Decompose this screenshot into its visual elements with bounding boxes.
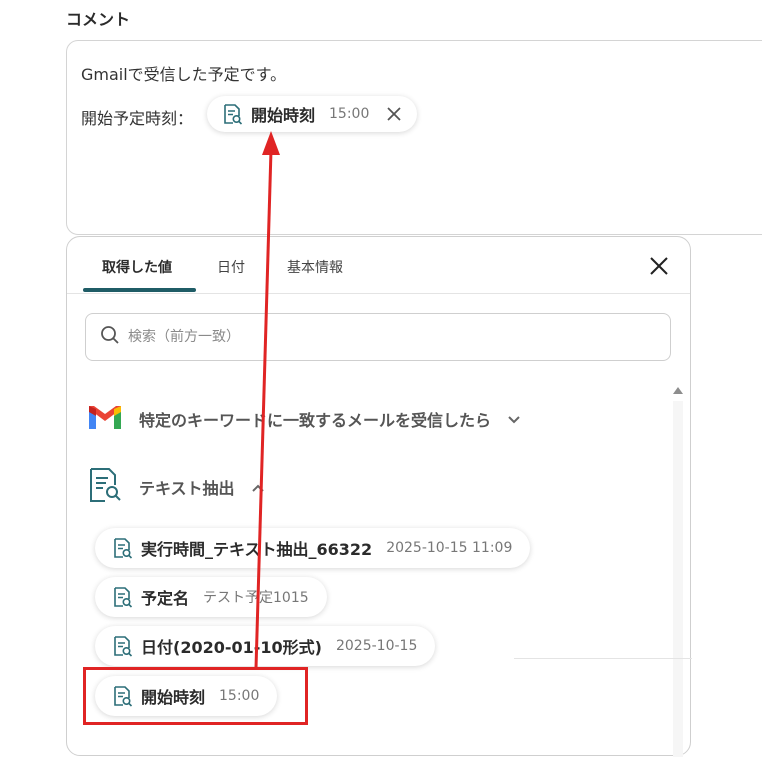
tab-basic-info[interactable]: 基本情報 <box>287 257 343 277</box>
value-item-label: 日付(2020-01-10形式) <box>141 638 322 657</box>
chevron-down-icon <box>507 410 521 429</box>
doc-search-icon <box>111 537 133 559</box>
doc-search-icon <box>111 635 133 657</box>
value-item[interactable]: 実行時間_テキスト抽出_66322 2025-10-15 11:09 <box>95 528 531 568</box>
comment-text-line: Gmailで受信した予定です。 <box>81 65 287 84</box>
doc-search-icon <box>111 586 133 608</box>
picker-tabs: 取得した値 日付 基本情報 <box>67 237 690 294</box>
group-label: 特定のキーワードに一致するメールを受信したら <box>139 411 492 430</box>
comment-variable-label: 開始予定時刻： <box>81 109 194 128</box>
group-text-extraction[interactable]: テキスト抽出 <box>87 467 265 507</box>
search-icon <box>100 325 120 349</box>
search-input[interactable] <box>126 328 630 346</box>
active-tab-indicator <box>83 288 196 292</box>
comment-section-label: コメント <box>66 10 131 29</box>
value-item[interactable]: 予定名 テスト予定1015 <box>95 577 327 617</box>
group-label: テキスト抽出 <box>139 479 235 498</box>
chevron-up-icon <box>251 478 265 497</box>
inserted-variable-chip[interactable]: 開始時刻 15:00 <box>207 96 418 132</box>
doc-search-icon <box>221 103 243 125</box>
gmail-icon <box>87 403 123 435</box>
group-gmail-trigger[interactable]: 特定のキーワードに一致するメールを受信したら <box>87 403 521 435</box>
value-item-label: 実行時間_テキスト抽出_66322 <box>141 540 373 559</box>
chip-label: 開始時刻 <box>251 106 316 125</box>
value-item-label: 予定名 <box>141 589 190 608</box>
search-field[interactable] <box>85 313 671 361</box>
scrollbar-track[interactable] <box>673 401 683 757</box>
remove-chip-icon[interactable] <box>387 107 402 121</box>
value-item[interactable]: 日付(2020-01-10形式) 2025-10-15 <box>95 626 436 666</box>
divider <box>514 658 692 659</box>
chip-value: 15:00 <box>329 106 370 122</box>
tab-acquired-values[interactable]: 取得した値 <box>102 257 172 277</box>
comment-editor[interactable]: Gmailで受信した予定です。 開始予定時刻： <box>66 40 762 235</box>
scroll-up-arrow[interactable] <box>673 387 683 394</box>
value-item-value: 2025-10-15 <box>335 638 418 654</box>
tab-date[interactable]: 日付 <box>217 257 245 277</box>
value-item-value: 2025-10-15 11:09 <box>386 540 513 556</box>
close-icon[interactable] <box>648 255 670 277</box>
doc-search-icon <box>87 467 123 507</box>
value-item-value: テスト予定1015 <box>203 590 309 606</box>
highlight-box <box>83 667 308 725</box>
